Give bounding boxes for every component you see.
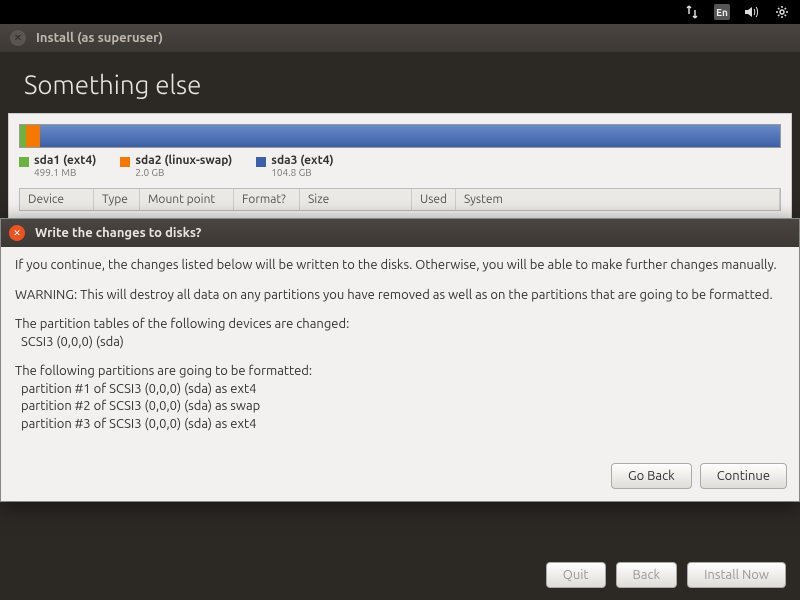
col-used[interactable]: Used: [412, 189, 456, 210]
dialog-close-icon[interactable]: ✕: [9, 225, 25, 241]
window-close-icon[interactable]: ✕: [10, 30, 26, 46]
swatch-icon: [256, 157, 266, 167]
bar-seg-sda2: [26, 125, 40, 147]
dialog-intro: If you continue, the changes listed belo…: [15, 257, 785, 275]
dialog-format: The following partitions are going to be…: [15, 363, 785, 433]
col-system[interactable]: System: [456, 189, 780, 210]
legend-item: sda1 (ext4)499.1 MB: [19, 154, 96, 178]
quit-button[interactable]: Quit: [546, 562, 606, 588]
legend-size: 104.8 GB: [271, 167, 333, 178]
dialog-body: If you continue, the changes listed belo…: [1, 247, 799, 455]
network-icon[interactable]: [684, 4, 700, 20]
col-mount[interactable]: Mount point: [140, 189, 234, 210]
gear-icon[interactable]: [774, 4, 790, 20]
back-button[interactable]: Back: [616, 562, 678, 588]
volume-icon[interactable]: [744, 4, 760, 20]
col-size[interactable]: Size: [300, 189, 412, 210]
window-title: Install (as superuser): [36, 31, 163, 45]
install-now-button[interactable]: Install Now: [687, 562, 786, 588]
legend-size: 2.0 GB: [135, 167, 232, 178]
go-back-button[interactable]: Go Back: [611, 463, 692, 489]
legend-name: sda1 (ext4): [34, 154, 96, 167]
format-item: partition #1 of SCSI3 (0,0,0) (sda) as e…: [15, 382, 256, 396]
legend-item: sda3 (ext4)104.8 GB: [256, 154, 333, 178]
partition-panel: sda1 (ext4)499.1 MB sda2 (linux-swap)2.0…: [8, 113, 792, 222]
legend-name: sda2 (linux-swap): [135, 154, 232, 167]
dialog-warning: WARNING: This will destroy all data on a…: [15, 287, 785, 305]
system-topbar: En: [0, 0, 800, 24]
format-item: partition #3 of SCSI3 (0,0,0) (sda) as e…: [15, 417, 256, 431]
swatch-icon: [120, 157, 130, 167]
dialog-titlebar: ✕ Write the changes to disks?: [1, 219, 799, 247]
format-label: The following partitions are going to be…: [15, 364, 312, 378]
dialog-title: Write the changes to disks?: [35, 226, 201, 240]
dialog-buttons: Go Back Continue: [1, 455, 799, 501]
lang-indicator[interactable]: En: [714, 4, 730, 20]
footer-buttons: Quit Back Install Now: [546, 562, 786, 588]
window-titlebar: ✕ Install (as superuser): [0, 24, 800, 52]
swatch-icon: [19, 157, 29, 167]
partition-legend: sda1 (ext4)499.1 MB sda2 (linux-swap)2.0…: [19, 154, 781, 178]
col-device[interactable]: Device: [20, 189, 94, 210]
tables-item: SCSI3 (0,0,0) (sda): [15, 335, 124, 349]
col-format[interactable]: Format?: [234, 189, 300, 210]
page-title: Something else: [0, 52, 800, 113]
legend-name: sda3 (ext4): [271, 154, 333, 167]
bar-seg-sda3: [40, 125, 780, 147]
legend-size: 499.1 MB: [34, 167, 96, 178]
legend-item: sda2 (linux-swap)2.0 GB: [120, 154, 232, 178]
col-type[interactable]: Type: [94, 189, 140, 210]
partition-table-header: Device Type Mount point Format? Size Use…: [19, 188, 781, 211]
confirm-dialog: ✕ Write the changes to disks? If you con…: [0, 218, 800, 502]
continue-button[interactable]: Continue: [700, 463, 787, 489]
tables-label: The partition tables of the following de…: [15, 317, 349, 331]
format-item: partition #2 of SCSI3 (0,0,0) (sda) as s…: [15, 399, 260, 413]
disk-usage-bar: [19, 124, 781, 148]
dialog-tables: The partition tables of the following de…: [15, 316, 785, 351]
